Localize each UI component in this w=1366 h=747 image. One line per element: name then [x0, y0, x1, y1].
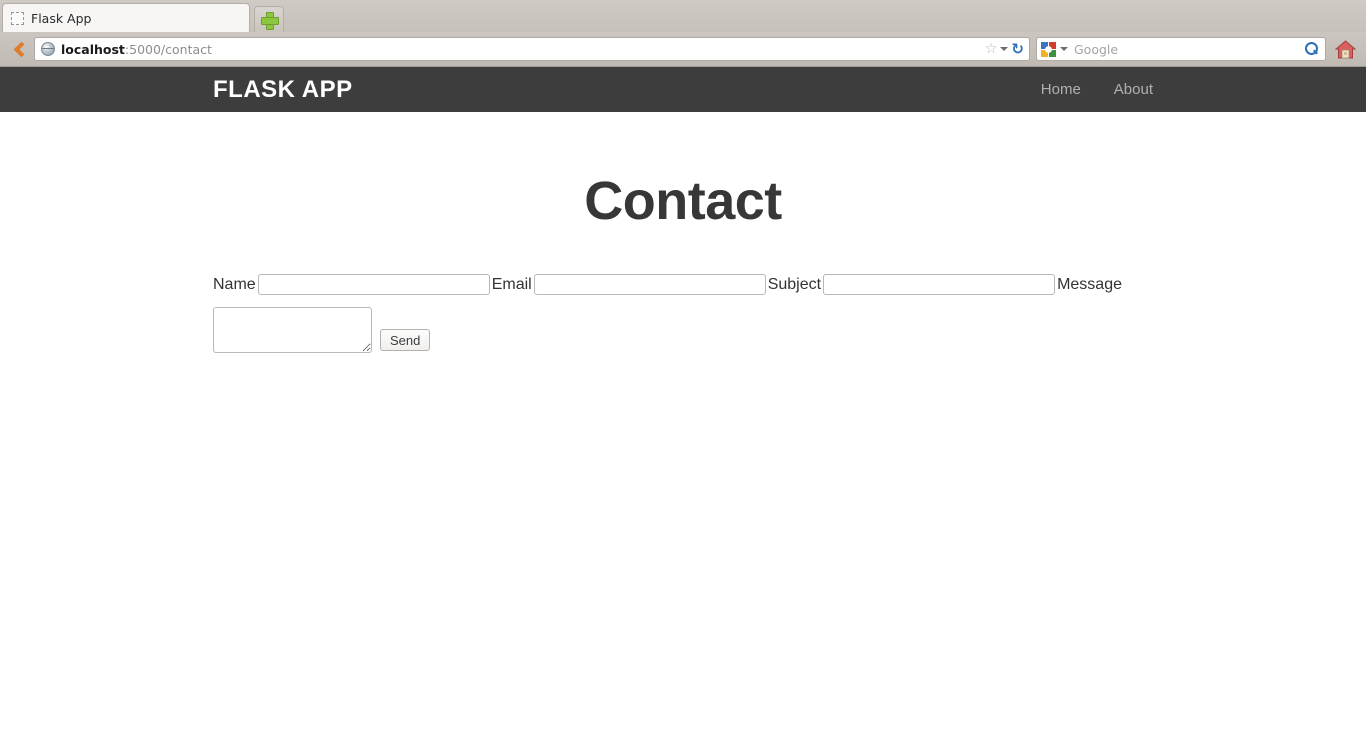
url-path: :5000/contact	[124, 41, 212, 57]
tab-favicon-placeholder-icon	[11, 11, 24, 25]
browser-chrome: Flask App localhost:5000/contact ☆ ↻ Goo…	[0, 0, 1366, 67]
page-viewport: FLASK APP Home About Contact Name Email Su…	[0, 67, 1366, 747]
google-g-icon	[1041, 41, 1056, 57]
email-input[interactable]	[533, 274, 766, 296]
nav-link-about[interactable]: About	[1114, 81, 1153, 98]
navigation-toolbar: localhost:5000/contact ☆ ↻ Google	[0, 32, 1366, 67]
nav-link-home[interactable]: Home	[1041, 81, 1081, 98]
navbar-brand[interactable]: FLASK APP	[213, 76, 353, 104]
magnifier-icon[interactable]	[1305, 42, 1319, 56]
name-input[interactable]	[257, 274, 490, 296]
contact-form: Name Email Subject Message Send	[0, 232, 1366, 354]
home-house-icon	[1334, 39, 1356, 59]
message-textarea[interactable]	[213, 307, 372, 354]
url-host: localhost	[61, 41, 125, 57]
new-tab-button[interactable]	[254, 6, 284, 32]
subject-label: Subject	[767, 276, 822, 293]
send-button[interactable]: Send	[380, 329, 431, 352]
message-label: Message	[1057, 276, 1122, 293]
url-text: localhost:5000/contact	[61, 42, 985, 57]
chevron-down-icon[interactable]	[1000, 47, 1009, 51]
back-button[interactable]	[6, 35, 32, 63]
url-bar-actions: ☆ ↻	[985, 41, 1027, 57]
name-label: Name	[213, 276, 256, 293]
star-icon[interactable]: ☆	[985, 42, 998, 56]
url-bar[interactable]: localhost:5000/contact ☆ ↻	[34, 37, 1030, 61]
navbar-links: Home About	[1041, 81, 1153, 98]
email-label: Email	[491, 276, 532, 293]
plus-icon	[261, 11, 279, 30]
search-input[interactable]: Google	[1068, 42, 1305, 57]
page-title: Contact	[584, 171, 782, 231]
browser-tab-flask-app[interactable]: Flask App	[2, 3, 250, 32]
search-engine-chevron-down-icon[interactable]	[1060, 47, 1068, 51]
reload-icon[interactable]: ↻	[1011, 41, 1024, 57]
message-row: Send	[213, 307, 1366, 354]
tab-strip: Flask App	[0, 0, 1366, 32]
globe-icon	[41, 42, 55, 56]
tab-title: Flask App	[31, 10, 92, 26]
home-button[interactable]	[1330, 35, 1360, 63]
search-bar[interactable]: Google	[1036, 37, 1326, 61]
chevron-left-icon	[13, 41, 29, 57]
subject-input[interactable]	[823, 274, 1056, 296]
site-navbar: FLASK APP Home About	[0, 67, 1366, 112]
